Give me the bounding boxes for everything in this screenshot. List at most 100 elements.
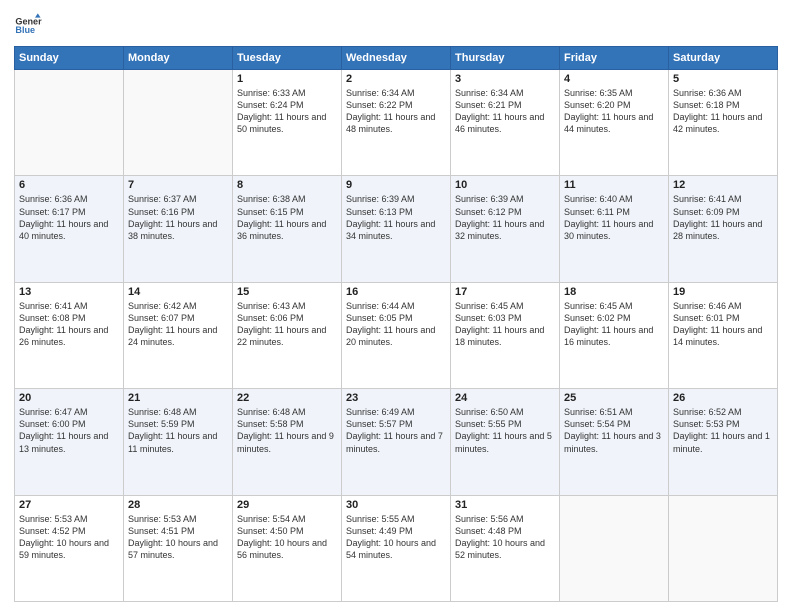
calendar-cell: 20 Sunrise: 6:47 AM Sunset: 6:00 PM Dayli… — [15, 389, 124, 495]
day-number: 14 — [128, 286, 228, 298]
calendar-cell: 15 Sunrise: 6:43 AM Sunset: 6:06 PM Dayli… — [233, 282, 342, 388]
day-info: Sunrise: 6:48 AM Sunset: 5:58 PM Dayligh… — [237, 406, 337, 455]
day-number: 17 — [455, 286, 555, 298]
day-info: Sunrise: 5:53 AM Sunset: 4:51 PM Dayligh… — [128, 513, 228, 562]
day-number: 6 — [19, 179, 119, 191]
day-info: Sunrise: 6:37 AM Sunset: 6:16 PM Dayligh… — [128, 193, 228, 242]
calendar-cell — [560, 495, 669, 601]
day-number: 13 — [19, 286, 119, 298]
calendar-cell — [124, 70, 233, 176]
calendar-cell: 1 Sunrise: 6:33 AM Sunset: 6:24 PM Daylig… — [233, 70, 342, 176]
day-number: 7 — [128, 179, 228, 191]
day-number: 4 — [564, 73, 664, 85]
calendar-cell: 9 Sunrise: 6:39 AM Sunset: 6:13 PM Daylig… — [342, 176, 451, 282]
day-number: 15 — [237, 286, 337, 298]
day-number: 28 — [128, 499, 228, 511]
weekday-header-tuesday: Tuesday — [233, 47, 342, 70]
day-number: 5 — [673, 73, 773, 85]
calendar-cell: 23 Sunrise: 6:49 AM Sunset: 5:57 PM Dayli… — [342, 389, 451, 495]
day-number: 19 — [673, 286, 773, 298]
day-info: Sunrise: 6:40 AM Sunset: 6:11 PM Dayligh… — [564, 193, 664, 242]
day-info: Sunrise: 5:55 AM Sunset: 4:49 PM Dayligh… — [346, 513, 446, 562]
day-number: 23 — [346, 392, 446, 404]
svg-text:Blue: Blue — [15, 25, 35, 35]
calendar-cell: 16Sunrise: 6:44 AM Sunset: 6:05 PM Dayli… — [342, 282, 451, 388]
page: General Blue SundayMondayTuesdayWednesda… — [0, 0, 792, 612]
day-info: Sunrise: 6:35 AM Sunset: 6:20 PM Dayligh… — [564, 87, 664, 136]
day-number: 12 — [673, 179, 773, 191]
calendar-cell: 17 Sunrise: 6:45 AM Sunset: 6:03 PM Dayli… — [451, 282, 560, 388]
weekday-header-sunday: Sunday — [15, 47, 124, 70]
calendar-cell: 13 Sunrise: 6:41 AM Sunset: 6:08 PM Dayli… — [15, 282, 124, 388]
calendar-cell: 21 Sunrise: 6:48 AM Sunset: 5:59 PM Dayli… — [124, 389, 233, 495]
calendar-cell: 14 Sunrise: 6:42 AM Sunset: 6:07 PM Dayli… — [124, 282, 233, 388]
calendar-row: 6Sunrise: 6:36 AM Sunset: 6:17 PM Daylig… — [15, 176, 778, 282]
day-number: 10 — [455, 179, 555, 191]
day-info: Sunrise: 6:48 AM Sunset: 5:59 PM Dayligh… — [128, 406, 228, 455]
day-info: Sunrise: 6:39 AM Sunset: 6:12 PM Dayligh… — [455, 193, 555, 242]
day-info: Sunrise: 6:43 AM Sunset: 6:06 PM Dayligh… — [237, 300, 337, 349]
day-info: Sunrise: 6:49 AM Sunset: 5:57 PM Dayligh… — [346, 406, 446, 455]
weekday-header-saturday: Saturday — [669, 47, 778, 70]
logo-icon: General Blue — [14, 12, 42, 40]
day-info: Sunrise: 6:46 AM Sunset: 6:01 PM Dayligh… — [673, 300, 773, 349]
calendar-cell: 29 Sunrise: 5:54 AM Sunset: 4:50 PM Dayli… — [233, 495, 342, 601]
header: General Blue — [14, 10, 778, 40]
day-info: Sunrise: 6:45 AM Sunset: 6:02 PM Dayligh… — [564, 300, 664, 349]
day-info: Sunrise: 6:52 AM Sunset: 5:53 PM Dayligh… — [673, 406, 773, 455]
calendar-cell: 26 Sunrise: 6:52 AM Sunset: 5:53 PM Dayli… — [669, 389, 778, 495]
day-number: 3 — [455, 73, 555, 85]
calendar-cell: 18Sunrise: 6:45 AM Sunset: 6:02 PM Dayli… — [560, 282, 669, 388]
calendar-cell — [15, 70, 124, 176]
day-info: Sunrise: 6:45 AM Sunset: 6:03 PM Dayligh… — [455, 300, 555, 349]
day-info: Sunrise: 6:42 AM Sunset: 6:07 PM Dayligh… — [128, 300, 228, 349]
day-number: 16 — [346, 286, 446, 298]
weekday-header-wednesday: Wednesday — [342, 47, 451, 70]
day-number: 8 — [237, 179, 337, 191]
calendar-cell — [669, 495, 778, 601]
calendar-cell: 19 Sunrise: 6:46 AM Sunset: 6:01 PM Dayli… — [669, 282, 778, 388]
calendar-row: 1 Sunrise: 6:33 AM Sunset: 6:24 PM Daylig… — [15, 70, 778, 176]
day-info: Sunrise: 6:36 AM Sunset: 6:18 PM Dayligh… — [673, 87, 773, 136]
calendar-cell: 27Sunrise: 5:53 AM Sunset: 4:52 PM Dayli… — [15, 495, 124, 601]
day-info: Sunrise: 5:54 AM Sunset: 4:50 PM Dayligh… — [237, 513, 337, 562]
day-info: Sunrise: 6:50 AM Sunset: 5:55 PM Dayligh… — [455, 406, 555, 455]
day-number: 31 — [455, 499, 555, 511]
day-number: 26 — [673, 392, 773, 404]
day-number: 21 — [128, 392, 228, 404]
day-number: 9 — [346, 179, 446, 191]
day-info: Sunrise: 6:39 AM Sunset: 6:13 PM Dayligh… — [346, 193, 446, 242]
calendar-cell: 4 Sunrise: 6:35 AM Sunset: 6:20 PM Daylig… — [560, 70, 669, 176]
day-info: Sunrise: 6:38 AM Sunset: 6:15 PM Dayligh… — [237, 193, 337, 242]
calendar-row: 20 Sunrise: 6:47 AM Sunset: 6:00 PM Dayli… — [15, 389, 778, 495]
weekday-header-friday: Friday — [560, 47, 669, 70]
calendar-row: 13 Sunrise: 6:41 AM Sunset: 6:08 PM Dayli… — [15, 282, 778, 388]
calendar-cell: 25 Sunrise: 6:51 AM Sunset: 5:54 PM Dayli… — [560, 389, 669, 495]
calendar-cell: 31Sunrise: 5:56 AM Sunset: 4:48 PM Dayli… — [451, 495, 560, 601]
calendar-cell: 2Sunrise: 6:34 AM Sunset: 6:22 PM Daylig… — [342, 70, 451, 176]
calendar-cell: 7 Sunrise: 6:37 AM Sunset: 6:16 PM Daylig… — [124, 176, 233, 282]
calendar-cell: 6Sunrise: 6:36 AM Sunset: 6:17 PM Daylig… — [15, 176, 124, 282]
day-number: 24 — [455, 392, 555, 404]
day-info: Sunrise: 6:51 AM Sunset: 5:54 PM Dayligh… — [564, 406, 664, 455]
day-number: 11 — [564, 179, 664, 191]
day-number: 20 — [19, 392, 119, 404]
calendar-cell: 30Sunrise: 5:55 AM Sunset: 4:49 PM Dayli… — [342, 495, 451, 601]
day-number: 2 — [346, 73, 446, 85]
day-number: 29 — [237, 499, 337, 511]
logo: General Blue — [14, 10, 42, 40]
calendar-cell: 28 Sunrise: 5:53 AM Sunset: 4:51 PM Dayli… — [124, 495, 233, 601]
calendar-cell: 5 Sunrise: 6:36 AM Sunset: 6:18 PM Daylig… — [669, 70, 778, 176]
calendar-cell: 22 Sunrise: 6:48 AM Sunset: 5:58 PM Dayli… — [233, 389, 342, 495]
day-info: Sunrise: 6:34 AM Sunset: 6:21 PM Dayligh… — [455, 87, 555, 136]
calendar-cell: 12 Sunrise: 6:41 AM Sunset: 6:09 PM Dayli… — [669, 176, 778, 282]
day-number: 1 — [237, 73, 337, 85]
day-number: 25 — [564, 392, 664, 404]
day-number: 22 — [237, 392, 337, 404]
day-info: Sunrise: 6:41 AM Sunset: 6:09 PM Dayligh… — [673, 193, 773, 242]
day-info: Sunrise: 6:33 AM Sunset: 6:24 PM Dayligh… — [237, 87, 337, 136]
day-info: Sunrise: 6:47 AM Sunset: 6:00 PM Dayligh… — [19, 406, 119, 455]
day-info: Sunrise: 6:41 AM Sunset: 6:08 PM Dayligh… — [19, 300, 119, 349]
calendar-cell: 8 Sunrise: 6:38 AM Sunset: 6:15 PM Daylig… — [233, 176, 342, 282]
calendar-cell: 10 Sunrise: 6:39 AM Sunset: 6:12 PM Dayli… — [451, 176, 560, 282]
